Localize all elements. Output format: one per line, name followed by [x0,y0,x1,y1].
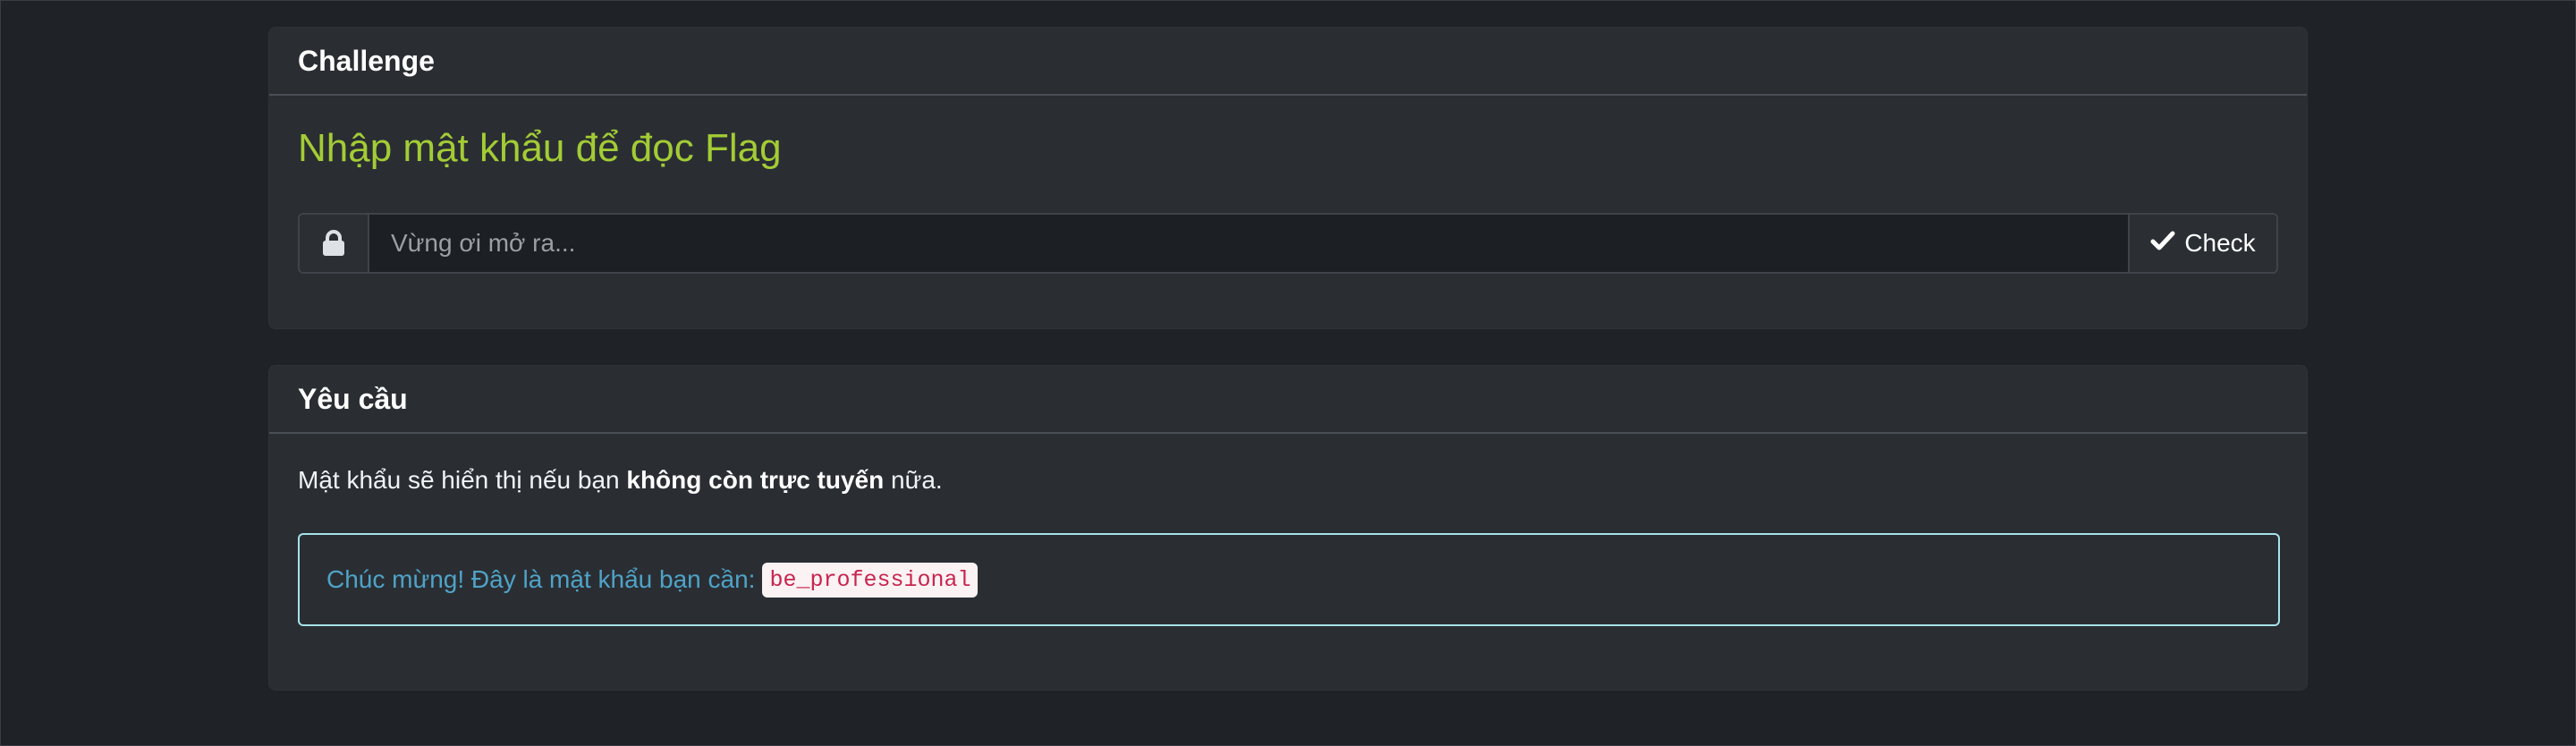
check-button[interactable]: Check [2128,215,2276,272]
check-button-label: Check [2184,229,2256,257]
password-code: be_professional [762,562,979,598]
requirement-text-after: nữa. [884,466,943,494]
requirements-card-header: Yêu cầu [269,366,2307,434]
checkmark-icon [2150,229,2175,258]
password-input-group: Check [298,213,2278,274]
lock-icon [300,215,369,272]
requirement-text-bold: không còn trực tuyến [626,466,885,494]
password-input[interactable] [369,215,2128,272]
success-alert: Chúc mừng! Đây là mật khẩu bạn cần: be_p… [298,533,2280,626]
requirement-text-before: Mật khẩu sẽ hiển thị nếu bạn [298,466,627,494]
requirements-card: Yêu cầu Mật khẩu sẽ hiển thị nếu bạn khô… [268,365,2308,691]
challenge-card: Challenge Nhập mật khẩu để đọc Flag Chec… [268,27,2308,329]
requirement-text: Mật khẩu sẽ hiển thị nếu bạn không còn t… [298,466,943,495]
alert-text: Chúc mừng! Đây là mật khẩu bạn cần: [326,565,756,593]
challenge-card-header: Challenge [269,28,2307,96]
challenge-title: Nhập mật khẩu để đọc Flag [298,126,782,170]
